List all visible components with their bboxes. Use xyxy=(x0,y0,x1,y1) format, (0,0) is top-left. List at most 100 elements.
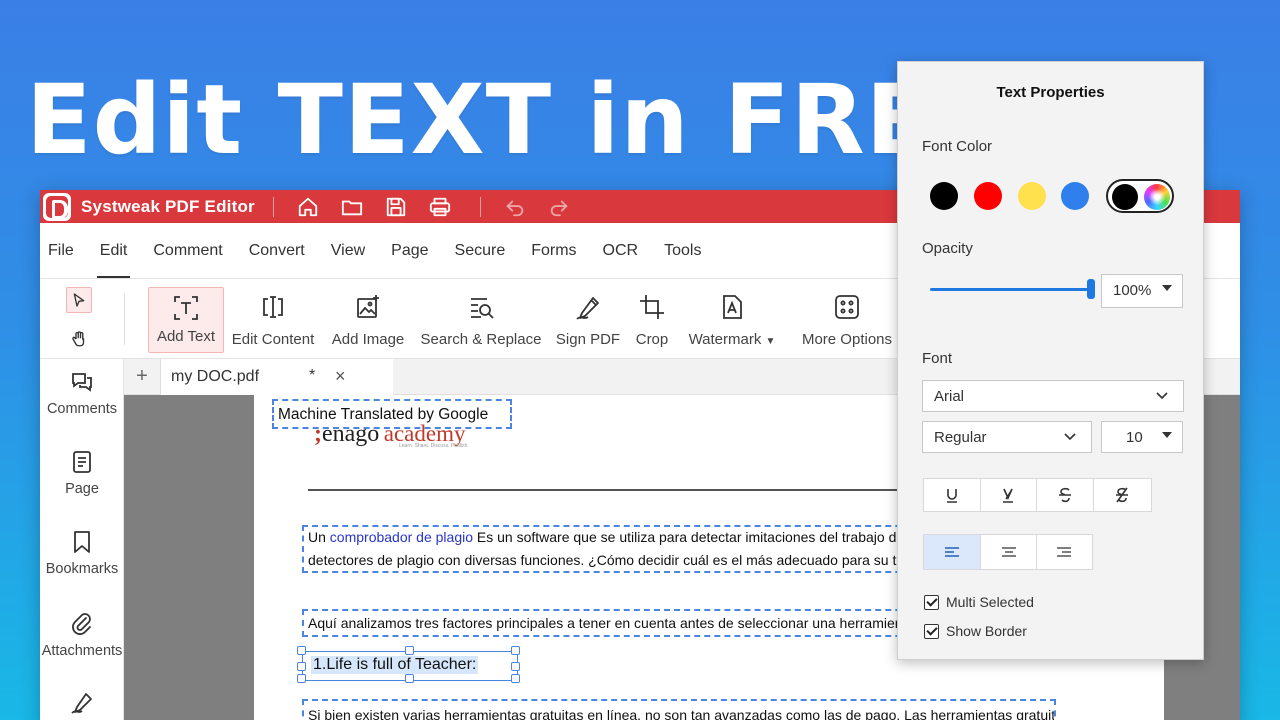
menu-file[interactable]: File xyxy=(40,223,87,278)
menu-edit[interactable]: Edit xyxy=(87,223,141,278)
underline-icon xyxy=(946,489,957,503)
opacity-slider-thumb[interactable] xyxy=(1087,279,1095,299)
paragraph-textbox-3[interactable]: Si bien existen varias herramientas grat… xyxy=(302,699,1056,720)
strikethrough-icon xyxy=(1058,487,1071,503)
headline: Edit TEXT in FREE xyxy=(26,64,999,176)
search-replace-button[interactable]: Search & Replace xyxy=(421,293,541,348)
resize-handle[interactable] xyxy=(405,674,414,683)
add-image-button[interactable]: Add Image xyxy=(330,293,406,348)
comments-icon xyxy=(72,373,92,392)
more-options-button[interactable]: More Options xyxy=(792,293,902,348)
color-swatch-yellow[interactable] xyxy=(1018,182,1046,210)
watermark-icon xyxy=(723,295,742,319)
font-color-label: Font Color xyxy=(922,138,993,155)
strikethrough-button[interactable] xyxy=(1037,479,1094,511)
align-left-button[interactable] xyxy=(924,535,982,569)
search-replace-icon xyxy=(471,298,494,319)
redo-icon[interactable] xyxy=(548,196,570,218)
hand-icon xyxy=(72,331,85,347)
sidebar-item-page[interactable]: Page xyxy=(40,449,124,497)
align-right-button[interactable] xyxy=(1037,535,1092,569)
resize-handle[interactable] xyxy=(297,646,306,655)
resize-handle[interactable] xyxy=(511,674,520,683)
edit-content-button[interactable]: Edit Content xyxy=(230,293,316,348)
title-separator xyxy=(479,196,481,217)
save-icon[interactable] xyxy=(385,196,407,218)
menu-convert[interactable]: Convert xyxy=(236,223,318,278)
more-options-icon xyxy=(835,295,859,319)
sidebar-item-attachments[interactable]: Attachments xyxy=(40,611,124,659)
watermark-button[interactable]: Watermark ▼ xyxy=(686,293,778,348)
home-icon[interactable] xyxy=(297,196,319,218)
resize-handle[interactable] xyxy=(511,662,520,671)
color-swatch-blue[interactable] xyxy=(1061,182,1089,210)
color-wheel-icon[interactable] xyxy=(1144,184,1170,210)
selected-textbox[interactable]: 1.Life is full of Teacher: xyxy=(297,646,520,683)
resize-handle[interactable] xyxy=(297,674,306,683)
crop-icon xyxy=(640,295,664,319)
add-image-icon xyxy=(357,295,379,318)
align-right-icon xyxy=(1057,547,1072,557)
menu-page[interactable]: Page xyxy=(378,223,441,278)
menu-forms[interactable]: Forms xyxy=(518,223,589,278)
enago-logo: ;enago academy Learn. Share. Discuss. Pu… xyxy=(314,421,469,449)
ribbon-separator xyxy=(124,293,125,345)
tab-modified-marker: * xyxy=(309,367,316,384)
page-icon xyxy=(73,451,91,473)
show-border-label: Show Border xyxy=(946,623,1027,639)
opacity-label: Opacity xyxy=(922,240,973,257)
show-border-checkbox[interactable] xyxy=(924,624,939,639)
app-title: Systweak PDF Editor xyxy=(81,196,255,216)
selected-color-indicator xyxy=(1112,184,1138,210)
font-family-select[interactable]: Arial xyxy=(922,380,1184,412)
undo-icon[interactable] xyxy=(504,196,526,218)
multi-selected-label: Multi Selected xyxy=(946,594,1034,610)
multi-selected-checkbox[interactable] xyxy=(924,595,939,610)
add-text-button[interactable]: Add Text xyxy=(148,287,224,353)
crop-button[interactable]: Crop xyxy=(630,293,674,348)
add-tab-button[interactable]: + xyxy=(132,365,152,387)
print-icon[interactable] xyxy=(429,196,451,218)
menu-comment[interactable]: Comment xyxy=(140,223,235,278)
sign-pdf-button[interactable]: Sign PDF xyxy=(552,293,624,348)
sidebar-item-signature[interactable] xyxy=(40,689,124,720)
resize-handle[interactable] xyxy=(511,646,520,655)
title-separator xyxy=(272,196,274,217)
cursor-arrow-icon xyxy=(73,293,85,307)
align-center-button[interactable] xyxy=(981,535,1037,569)
opacity-slider-track[interactable] xyxy=(930,288,1092,291)
menu-tools[interactable]: Tools xyxy=(651,223,714,278)
color-swatch-red[interactable] xyxy=(974,182,1002,210)
add-text-icon xyxy=(174,296,198,320)
custom-color-picker[interactable] xyxy=(1106,179,1174,213)
app-logo xyxy=(43,192,71,221)
caret-down-icon xyxy=(1162,432,1172,438)
resize-handle[interactable] xyxy=(405,646,414,655)
folder-icon[interactable] xyxy=(341,196,363,218)
underline-variant-button[interactable] xyxy=(981,479,1037,511)
panel-title: Text Properties xyxy=(996,84,1105,101)
pointer-tool-button[interactable] xyxy=(66,287,92,313)
chevron-down-icon xyxy=(1156,392,1168,400)
edit-content-icon xyxy=(263,296,283,318)
sign-pen-icon xyxy=(576,297,599,320)
opacity-select[interactable]: 100% xyxy=(1101,274,1183,308)
font-size-select[interactable]: 10 xyxy=(1101,421,1183,453)
menu-view[interactable]: View xyxy=(318,223,378,278)
hand-tool-button[interactable] xyxy=(66,326,92,352)
color-swatch-black[interactable] xyxy=(930,182,958,210)
clear-strikethrough-button[interactable] xyxy=(1094,479,1151,511)
document-tab[interactable]: my DOC.pdf * × xyxy=(161,359,393,395)
align-center-icon xyxy=(1001,547,1016,557)
underline-button[interactable] xyxy=(924,479,981,511)
close-icon[interactable]: × xyxy=(335,366,346,387)
menu-ocr[interactable]: OCR xyxy=(590,223,652,278)
chevron-down-icon xyxy=(1064,433,1076,441)
bookmark-icon xyxy=(74,531,90,553)
resize-handle[interactable] xyxy=(297,662,306,671)
font-style-select[interactable]: Regular xyxy=(922,421,1092,453)
menu-secure[interactable]: Secure xyxy=(442,223,519,278)
plagiarism-checker-link[interactable]: comprobador de plagio xyxy=(330,529,473,545)
sidebar-item-comments[interactable]: Comments xyxy=(40,369,124,417)
sidebar-item-bookmarks[interactable]: Bookmarks xyxy=(40,529,124,577)
